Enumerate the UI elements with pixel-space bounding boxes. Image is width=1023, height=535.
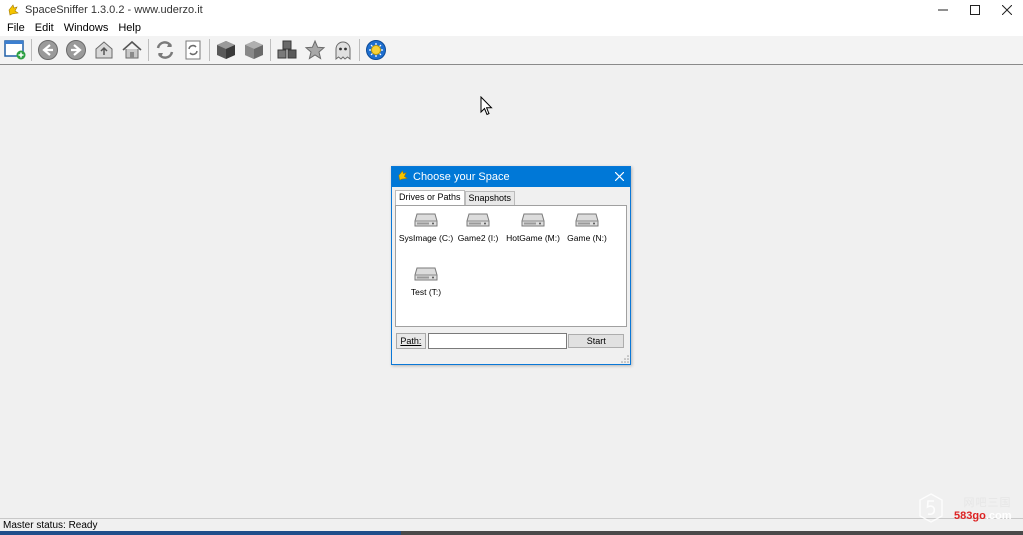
watermark: 网吧三国 583go.com: [918, 490, 1020, 526]
toolbar-separator: [148, 39, 149, 61]
close-button[interactable]: [991, 0, 1023, 19]
start-button[interactable]: Start: [568, 334, 624, 348]
menu-windows[interactable]: Windows: [59, 22, 114, 34]
toolbar: [0, 36, 1023, 65]
ghost-button[interactable]: [330, 37, 356, 63]
status-bar: Master status: Ready: [0, 518, 1023, 531]
refresh-icon: [156, 41, 174, 59]
drive-item[interactable]: Test (T:): [396, 266, 456, 297]
refresh-document-button[interactable]: [180, 37, 206, 63]
watermark-text: 网吧三国: [963, 497, 1012, 509]
window-title: SpaceSniffer 1.3.0.2 - www.uderzo.it: [25, 3, 203, 16]
drive-icon: [414, 267, 438, 281]
ghost-icon: [335, 41, 351, 61]
path-label: Path:: [396, 333, 426, 349]
cubes-icon: [277, 40, 297, 59]
path-input[interactable]: [427, 333, 568, 349]
resize-grip-icon[interactable]: [621, 355, 629, 363]
drive-label: Game2 (I:): [457, 233, 499, 243]
settings-icon: [366, 40, 386, 60]
drive-icon: [466, 213, 490, 227]
home-icon: [122, 40, 142, 59]
menu-file[interactable]: File: [2, 22, 30, 34]
watermark-logo-icon: [919, 493, 943, 523]
cube-outline-icon: [245, 41, 263, 59]
minimize-icon: [938, 9, 948, 10]
drive-icon: [414, 213, 438, 227]
up-folder-icon: [95, 41, 113, 59]
toolbar-separator: [359, 39, 360, 61]
close-icon: [1002, 4, 1012, 15]
toolbar-separator: [31, 39, 32, 61]
window-titlebar: SpaceSniffer 1.3.0.2 - www.uderzo.it: [0, 0, 1023, 19]
back-button[interactable]: [35, 37, 61, 63]
menu-edit[interactable]: Edit: [30, 22, 59, 34]
watermark-url: 583go.com: [954, 510, 1012, 522]
taskbar-active-app: [0, 531, 401, 535]
dialog-tabs: Drives or Paths Snapshots: [392, 189, 630, 206]
cubes-button[interactable]: [274, 37, 300, 63]
maximize-button[interactable]: [959, 0, 991, 19]
refresh-doc-icon: [185, 40, 201, 60]
drive-label: Test (T:): [410, 287, 442, 297]
forward-icon: [66, 40, 86, 60]
drive-icon: [575, 213, 599, 227]
spacesniffer-dialog-icon: [397, 170, 408, 184]
drive-label: SysImage (C:): [398, 233, 454, 243]
menu-bar: File Edit Windows Help: [0, 19, 1023, 36]
spacesniffer-app-icon: [6, 3, 19, 16]
toolbar-separator: [209, 39, 210, 61]
up-folder-button[interactable]: [91, 37, 117, 63]
favorites-button[interactable]: [302, 37, 328, 63]
cube-outline-button[interactable]: [241, 37, 267, 63]
drive-item[interactable]: Game (N:): [557, 212, 617, 243]
drive-item[interactable]: SysImage (C:): [396, 212, 456, 243]
new-window-button[interactable]: [2, 37, 28, 63]
dialog-title: Choose your Space: [413, 171, 510, 183]
home-button[interactable]: [119, 37, 145, 63]
drive-item[interactable]: Game2 (I:): [448, 212, 508, 243]
drive-item[interactable]: HotGame (M:): [503, 212, 563, 243]
maximize-icon: [970, 4, 980, 15]
star-icon: [304, 39, 326, 60]
drive-icon: [521, 213, 545, 227]
path-row: Path: Start: [396, 333, 624, 349]
refresh-button[interactable]: [152, 37, 178, 63]
settings-button[interactable]: [363, 37, 389, 63]
minimize-button[interactable]: [927, 0, 959, 19]
dialog-titlebar: Choose your Space: [392, 167, 630, 187]
menu-help[interactable]: Help: [113, 22, 146, 34]
forward-button[interactable]: [63, 37, 89, 63]
drive-label: Game (N:): [567, 233, 607, 243]
dialog-close-button[interactable]: [614, 169, 625, 184]
close-icon: [614, 171, 625, 182]
choose-space-dialog: Choose your Space Drives or Paths Snapsh…: [391, 166, 631, 365]
cube-button[interactable]: [213, 37, 239, 63]
cube-icon: [217, 41, 235, 59]
mouse-cursor-icon: [480, 96, 493, 116]
drive-label: HotGame (M:): [506, 233, 560, 243]
drives-list: SysImage (C:) Game2 (I:) HotGame (M:) Ga…: [395, 205, 627, 327]
status-text: Master status: Ready: [3, 519, 98, 531]
tab-drives-or-paths[interactable]: Drives or Paths: [395, 190, 465, 206]
new-window-icon: [4, 40, 26, 60]
back-icon: [38, 40, 58, 60]
toolbar-separator: [270, 39, 271, 61]
tab-snapshots[interactable]: Snapshots: [464, 191, 516, 205]
